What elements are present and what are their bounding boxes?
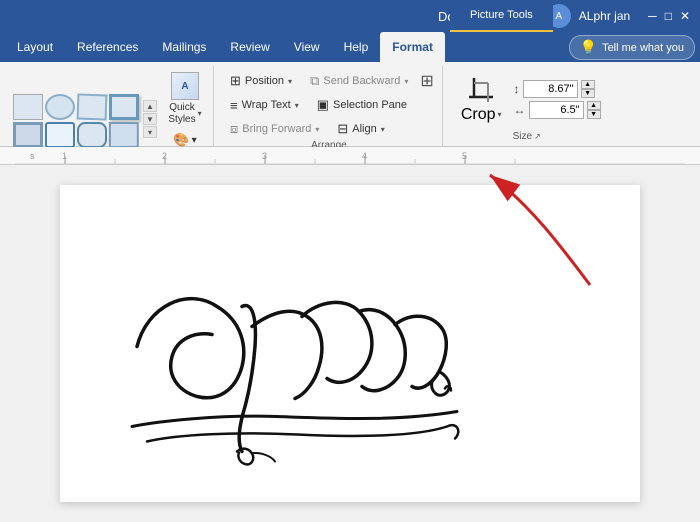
maximize-icon[interactable]: □: [665, 9, 672, 23]
svg-text:3: 3: [262, 151, 267, 161]
ribbon-group-size: Crop ▾ ↕ ▲ ▼ ↔: [445, 66, 609, 146]
close-icon[interactable]: ✕: [680, 9, 690, 23]
height-spin-up[interactable]: ▲: [581, 80, 595, 89]
style-scroll: ▲ ▼ ▾: [143, 100, 157, 138]
size-expand-icon[interactable]: ↗: [534, 132, 541, 141]
align-label: Align: [352, 123, 376, 135]
selection-pane-button[interactable]: ▣ Selection Pane: [311, 94, 413, 116]
quick-styles-button[interactable]: A QuickStyles▾: [163, 68, 207, 130]
style-thumbnails: [13, 94, 139, 148]
tab-mailings[interactable]: Mailings: [150, 32, 218, 62]
title-bar-right: A ALphr jan ─ □ ✕: [547, 4, 690, 28]
crop-button[interactable]: Crop ▾: [453, 70, 510, 130]
ruler-svg: s 1 2 3 4 5: [15, 148, 685, 164]
svg-text:5: 5: [462, 151, 467, 161]
ribbon-tabs: Layout References Mailings Review View H…: [0, 32, 700, 62]
size-inputs: ↕ ▲ ▼ ↔ ▲ ▼: [514, 80, 601, 119]
picture-effects-icon: 🎨: [173, 132, 189, 148]
width-spin-down[interactable]: ▼: [587, 110, 601, 119]
ribbon: ▲ ▼ ▾ A QuickStyles▾ 🎨 ▾: [0, 62, 700, 147]
tell-me-box[interactable]: 💡 Tell me what you: [569, 35, 695, 60]
style-thumb-7[interactable]: [77, 122, 107, 148]
align-button[interactable]: ⊟ Align ▾: [331, 118, 390, 140]
size-group-label: Size ↗: [513, 131, 541, 144]
signature-container: [77, 216, 497, 471]
tab-help[interactable]: Help: [332, 32, 381, 62]
wrap-text-label: Wrap Text: [242, 99, 291, 111]
signature-svg: [77, 216, 497, 466]
tab-layout[interactable]: Layout: [5, 32, 65, 62]
width-spin-up[interactable]: ▲: [587, 101, 601, 110]
send-backward-label: Send Backward: [323, 75, 400, 87]
width-icon: ↔: [514, 103, 526, 117]
document-page: [60, 185, 640, 502]
arrange-content: ⊞ Position ▾ ⧉ Send Backward ▾ ⊞ ≡ Wrap …: [224, 66, 434, 140]
width-input[interactable]: [529, 101, 584, 119]
bring-forward-label: Bring Forward: [242, 123, 311, 135]
ribbon-tab-right: 💡 Tell me what you: [569, 35, 695, 62]
height-icon: ↕: [514, 82, 520, 96]
height-row: ↕ ▲ ▼: [514, 80, 601, 98]
position-dropdown-arrow: ▾: [288, 77, 292, 86]
send-backward-button[interactable]: ⧉ Send Backward ▾: [304, 70, 414, 92]
tab-format[interactable]: Format: [380, 32, 445, 62]
lightbulb-icon: 💡: [580, 39, 597, 56]
style-thumb-5[interactable]: [13, 122, 43, 148]
title-bar: Document1 - Word Picture Tools A ALphr j…: [0, 0, 700, 32]
width-row: ↔ ▲ ▼: [514, 101, 601, 119]
wrap-text-button[interactable]: ≡ Wrap Text ▾: [224, 95, 305, 116]
style-thumb-1[interactable]: [13, 94, 43, 120]
ribbon-group-picture-styles: ▲ ▼ ▾ A QuickStyles▾ 🎨 ▾: [5, 66, 214, 146]
tab-review[interactable]: Review: [218, 32, 281, 62]
tell-me-text: Tell me what you: [602, 42, 684, 54]
tab-references[interactable]: References: [65, 32, 150, 62]
group-icon[interactable]: ⊞: [420, 71, 433, 91]
align-dropdown: ▾: [381, 125, 385, 134]
picture-tools-label: Picture Tools: [470, 9, 533, 21]
bring-forward-button[interactable]: ⧈ Bring Forward ▾: [224, 118, 325, 140]
style-thumb-6[interactable]: [45, 122, 75, 148]
crop-icon: [467, 76, 495, 104]
user-name: ALphr jan: [579, 9, 630, 23]
quick-styles-icon: A: [171, 72, 199, 100]
style-thumb-3[interactable]: [77, 93, 108, 120]
position-label: Position: [245, 75, 284, 87]
selection-pane-label: Selection Pane: [333, 99, 407, 111]
document-area: [0, 165, 700, 522]
style-scroll-up[interactable]: ▲: [143, 100, 157, 112]
height-spinner: ▲ ▼: [581, 80, 595, 98]
wrap-text-icon: ≡: [230, 98, 238, 113]
style-scroll-more[interactable]: ▾: [143, 126, 157, 138]
height-input[interactable]: [523, 80, 578, 98]
send-backward-icon: ⧉: [310, 73, 319, 89]
style-thumb-4[interactable]: [109, 94, 139, 120]
svg-text:4: 4: [362, 151, 367, 161]
svg-text:s: s: [30, 151, 35, 161]
wrap-text-dropdown: ▾: [295, 101, 299, 110]
width-spinner: ▲ ▼: [587, 101, 601, 119]
style-scroll-down[interactable]: ▼: [143, 113, 157, 125]
bring-forward-dropdown: ▾: [315, 125, 319, 134]
size-content: Crop ▾ ↕ ▲ ▼ ↔: [453, 66, 601, 131]
tab-view[interactable]: View: [282, 32, 332, 62]
svg-text:2: 2: [162, 151, 167, 161]
align-icon: ⊟: [337, 121, 348, 137]
position-button[interactable]: ⊞ Position ▾: [224, 70, 298, 92]
minimize-icon[interactable]: ─: [648, 9, 657, 23]
style-thumb-2[interactable]: [45, 94, 75, 120]
ribbon-group-arrange: ⊞ Position ▾ ⧉ Send Backward ▾ ⊞ ≡ Wrap …: [216, 66, 443, 146]
ruler: s 1 2 3 4 5: [0, 147, 700, 165]
crop-label: Crop ▾: [461, 106, 502, 124]
selection-pane-icon: ▣: [317, 97, 329, 113]
svg-text:1: 1: [62, 151, 67, 161]
height-spin-down[interactable]: ▼: [581, 89, 595, 98]
quick-styles-label: QuickStyles▾: [168, 102, 201, 126]
style-thumb-8[interactable]: [109, 122, 139, 148]
bring-forward-icon: ⧈: [230, 121, 238, 137]
position-icon: ⊞: [230, 73, 241, 89]
send-backward-dropdown: ▾: [404, 77, 408, 86]
